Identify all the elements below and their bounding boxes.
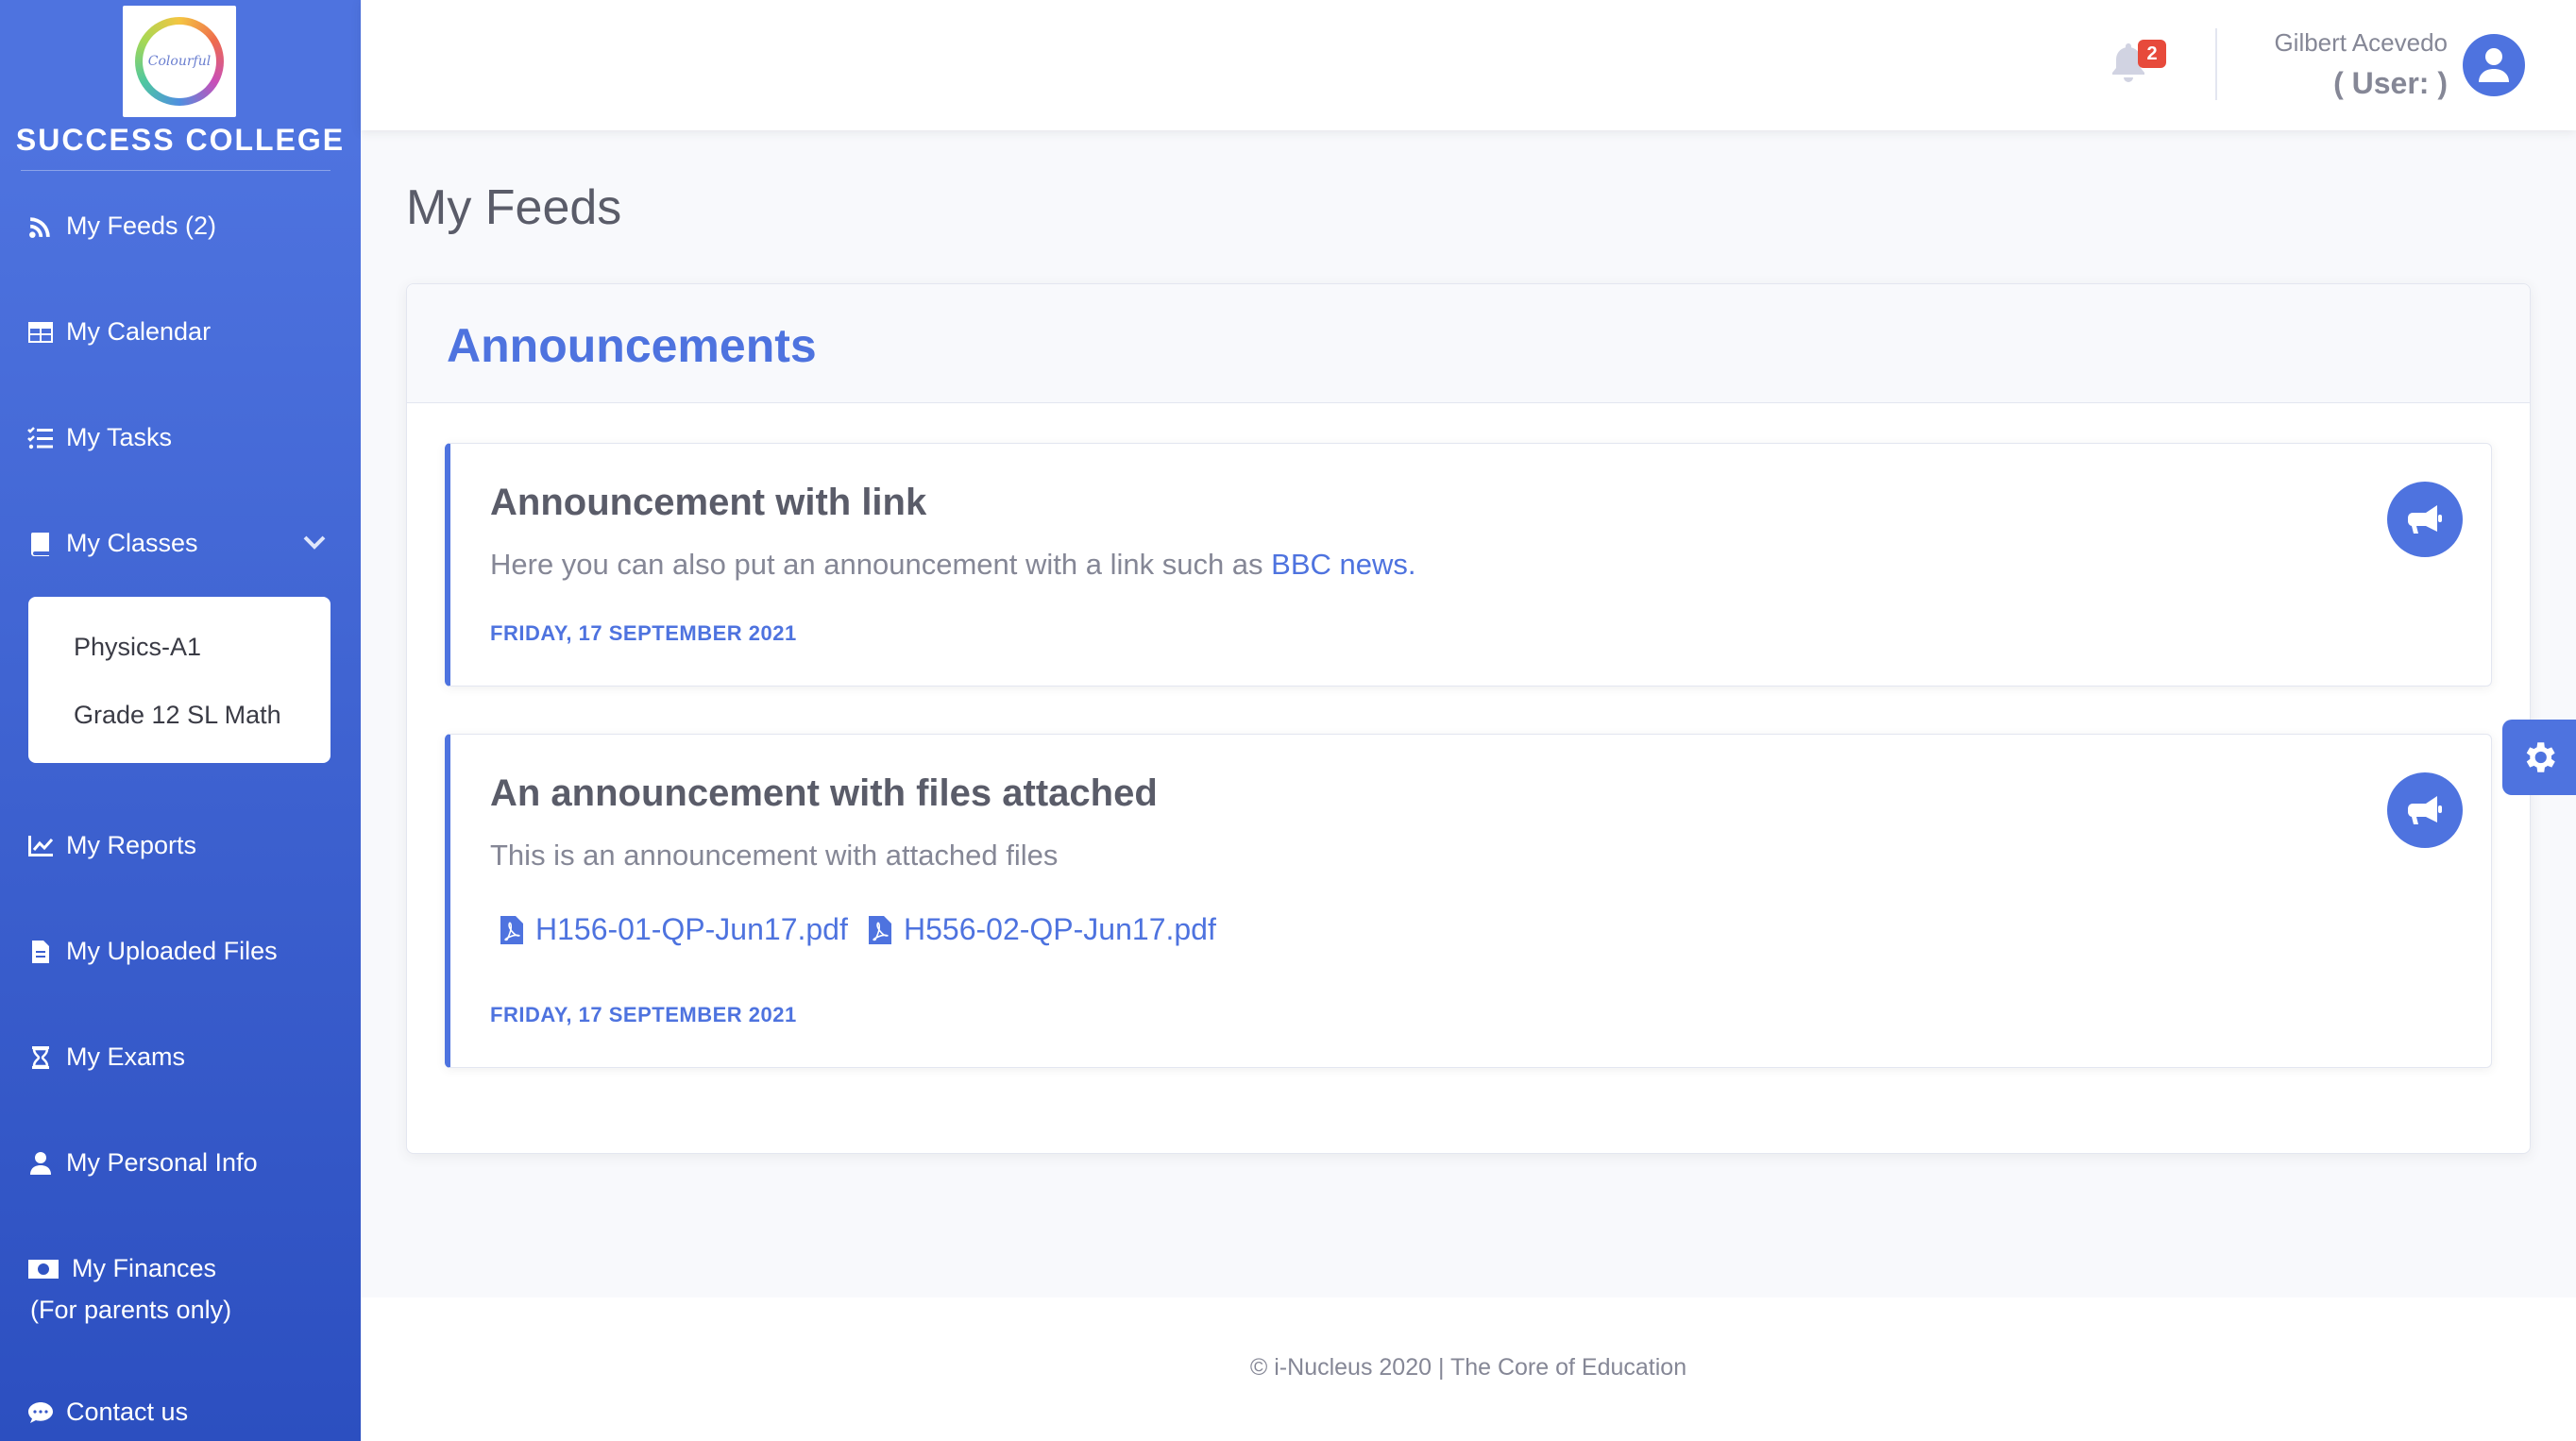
sidebar-item-uploaded-files[interactable]: My Uploaded Files [26,937,278,966]
attachment-link[interactable]: H556-02-QP-Jun17.pdf [868,912,1216,947]
pdf-file-icon [500,915,523,944]
classes-dropdown: Physics-A1 Grade 12 SL Math [28,597,330,763]
topbar-divider [2215,28,2217,100]
sidebar-item-label: My Calendar [66,317,212,346]
notification-badge: 2 [2138,40,2166,68]
attachment-filename: H556-02-QP-Jun17.pdf [904,912,1216,946]
announcement-date: FRIDAY, 17 SEPTEMBER 2021 [490,621,797,645]
pdf-file-icon [869,915,891,944]
announcement-body: Here you can also put an announcement wi… [490,548,1416,582]
comment-icon [26,1399,55,1427]
class-link-physics[interactable]: Physics-A1 [74,633,201,662]
sidebar-item-feeds[interactable]: My Feeds (2) [26,212,216,241]
megaphone-icon [2387,482,2463,557]
sidebar-item-contact[interactable]: Contact us [26,1398,188,1427]
announcement-body-text: Here you can also put an announcement wi… [490,548,1272,581]
sidebar-item-label: My Exams [66,1043,186,1071]
calendar-table-icon [26,318,55,347]
attachment-link[interactable]: H156-01-QP-Jun17.pdf [500,912,848,947]
logo-text: Colourful [143,25,216,98]
sidebar-item-label: My Uploaded Files [66,937,278,965]
user-avatar-icon [2479,48,2509,82]
sidebar-item-label: My Tasks [66,423,173,451]
topbar: 2 Gilbert Acevedo ( User: ) [361,0,2576,130]
logo-ring: Colourful [135,17,224,106]
file-icon [26,938,55,966]
announcement-title: An announcement with files attached [490,772,1158,814]
announcement-item: Announcement with link Here you can also… [445,443,2492,687]
sidebar-item-tasks[interactable]: My Tasks [26,423,172,452]
card-header: Announcements [407,284,2530,403]
sidebar: Colourful SUCCESS COLLEGE My Feeds (2) M… [0,0,361,1441]
footer-text: © i-Nucleus 2020 | The Core of Education [1249,1354,1687,1381]
sidebar-item-classes[interactable]: My Classes [26,529,198,558]
announcement-body: This is an announcement with attached fi… [490,839,1059,872]
user-icon [26,1149,55,1178]
megaphone-icon [2387,772,2463,848]
sidebar-item-reports[interactable]: My Reports [26,831,196,860]
announcement-date: FRIDAY, 17 SEPTEMBER 2021 [490,1003,797,1026]
sidebar-item-label: My Finances [72,1254,217,1282]
task-list-icon [26,424,55,452]
finances-note: (For parents only) [30,1296,232,1324]
brand-name: SUCCESS COLLEGE [15,123,346,157]
sidebar-item-calendar[interactable]: My Calendar [26,317,211,347]
sidebar-item-label: My Personal Info [66,1148,258,1177]
sidebar-item-label: Contact us [66,1398,189,1426]
attachment-filename: H156-01-QP-Jun17.pdf [535,912,848,946]
sidebar-item-label: My Feeds (2) [66,212,217,240]
avatar[interactable] [2463,34,2525,96]
sidebar-item-finances[interactable]: My Finances [26,1254,216,1283]
announcement-title: Announcement with link [490,482,927,523]
card-title: Announcements [447,319,817,372]
sidebar-item-label: My Classes [66,529,198,557]
settings-gear-button[interactable] [2502,720,2576,795]
user-role: ( User: ) [2333,66,2448,100]
chart-line-icon [26,832,55,860]
hourglass-icon [26,1043,55,1072]
announcement-item: An announcement with files attached This… [445,734,2492,1068]
book-icon [26,530,55,558]
sidebar-item-personal-info[interactable]: My Personal Info [26,1148,258,1178]
rss-icon [26,212,55,241]
sidebar-item-exams[interactable]: My Exams [26,1043,185,1072]
college-logo[interactable]: Colourful [123,6,236,117]
class-link-math[interactable]: Grade 12 SL Math [74,701,281,730]
gear-icon [2526,742,2555,772]
chevron-down-icon[interactable] [302,534,327,556]
sidebar-divider [21,170,330,171]
money-bill-icon [26,1255,60,1283]
user-name[interactable]: Gilbert Acevedo [2274,28,2448,58]
sidebar-item-label: My Reports [66,831,197,859]
page-title: My Feeds [406,180,622,235]
bbc-news-link[interactable]: BBC news. [1271,548,1415,581]
footer: © i-Nucleus 2020 | The Core of Education [361,1297,2576,1441]
announcements-card: Announcements Announcement with link Her… [406,283,2531,1154]
